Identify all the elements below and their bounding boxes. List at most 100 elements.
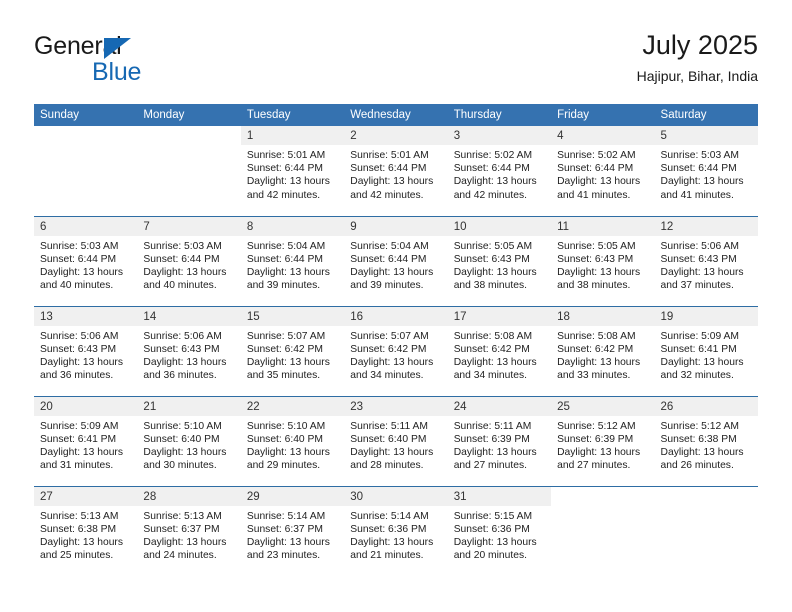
day-detail-lines: Sunrise: 5:02 AM Sunset: 6:44 PM Daylight:…: [551, 145, 654, 202]
calendar-day-cell[interactable]: 11 Sunrise: 5:05 AM Sunset: 6:43 PM Dayligh…: [551, 216, 655, 307]
calendar-day-cell[interactable]: 17 Sunrise: 5:08 AM Sunset: 6:42 PM Dayligh…: [447, 306, 552, 397]
page-title: July 2025: [642, 30, 758, 60]
daylight-text-line2: and 32 minutes.: [660, 370, 734, 382]
daylight-text-line2: and 33 minutes.: [557, 370, 631, 382]
sunset-text: Sunset: 6:44 PM: [557, 163, 634, 175]
title-block: July 2025 Hajipur, Bihar, India: [637, 28, 758, 86]
day-cell-inner: 22 Sunrise: 5:10 AM Sunset: 6:40 PM Dayligh…: [240, 396, 345, 486]
calendar-day-cell[interactable]: 30 Sunrise: 5:14 AM Sunset: 6:36 PM Dayligh…: [344, 486, 448, 576]
logo-triangle-icon: [104, 38, 131, 59]
day-number: 24: [447, 396, 552, 416]
daylight-text-line2: and 27 minutes.: [557, 460, 631, 472]
day-cell-inner: 6 Sunrise: 5:03 AM Sunset: 6:44 PM Daylight…: [34, 216, 138, 306]
calendar-day-cell[interactable]: 7 Sunrise: 5:03 AM Sunset: 6:44 PM Daylight…: [137, 216, 241, 307]
calendar-day-cell[interactable]: 18 Sunrise: 5:08 AM Sunset: 6:42 PM Dayligh…: [551, 306, 655, 397]
day-cell-inner: 27 Sunrise: 5:13 AM Sunset: 6:38 PM Dayligh…: [34, 486, 138, 577]
daylight-text-line1: Daylight: 13 hours: [350, 176, 434, 188]
calendar-day-cell-empty: [654, 486, 758, 577]
calendar-day-cell[interactable]: 13 Sunrise: 5:06 AM Sunset: 6:43 PM Dayligh…: [34, 306, 138, 397]
sunrise-text: Sunrise: 5:01 AM: [350, 150, 429, 161]
calendar-day-cell[interactable]: 24 Sunrise: 5:11 AM Sunset: 6:39 PM Dayligh…: [447, 396, 552, 487]
day-number: 5: [654, 126, 758, 145]
day-number: 18: [551, 306, 655, 326]
sunrise-text: Sunrise: 5:11 AM: [453, 420, 532, 432]
daylight-text-line2: and 37 minutes.: [660, 280, 734, 292]
daylight-text-line2: and 35 minutes.: [246, 370, 321, 382]
daylight-text-line1: Daylight: 13 hours: [453, 266, 537, 278]
daylight-text-line1: Daylight: 13 hours: [350, 356, 434, 368]
sunrise-text: Sunrise: 5:13 AM: [143, 510, 222, 522]
sunset-text: Sunset: 6:42 PM: [557, 343, 634, 355]
calendar-day-cell[interactable]: 3 Sunrise: 5:02 AM Sunset: 6:44 PM Daylight…: [447, 126, 552, 217]
day-detail-lines: Sunrise: 5:13 AM Sunset: 6:38 PM Daylight:…: [34, 506, 137, 563]
sunset-text: Sunset: 6:40 PM: [143, 433, 220, 445]
daylight-text-line1: Daylight: 13 hours: [350, 446, 434, 458]
day-number: 9: [344, 216, 448, 236]
daylight-text-line2: and 30 minutes.: [143, 460, 217, 472]
daylight-text-line2: and 41 minutes.: [557, 189, 631, 201]
calendar-day-cell[interactable]: 27 Sunrise: 5:13 AM Sunset: 6:38 PM Dayligh…: [34, 486, 138, 577]
calendar-day-cell[interactable]: 10 Sunrise: 5:05 AM Sunset: 6:43 PM Dayligh…: [447, 216, 552, 307]
logo-text-blue: Blue: [92, 58, 142, 86]
sunrise-text: Sunrise: 5:09 AM: [660, 330, 739, 342]
daylight-text-line2: and 27 minutes.: [453, 460, 527, 472]
day-cell-inner: 25 Sunrise: 5:12 AM Sunset: 6:39 PM Dayligh…: [551, 396, 655, 486]
sunset-text: Sunset: 6:43 PM: [143, 343, 220, 355]
daylight-text-line1: Daylight: 13 hours: [557, 446, 641, 458]
sunrise-text: Sunrise: 5:06 AM: [40, 330, 119, 342]
calendar-day-cell[interactable]: 28 Sunrise: 5:13 AM Sunset: 6:37 PM Dayligh…: [137, 486, 241, 577]
calendar-day-cell[interactable]: 1 Sunrise: 5:01 AM Sunset: 6:44 PM Daylight…: [240, 126, 345, 217]
calendar-day-cell[interactable]: 5 Sunrise: 5:03 AM Sunset: 6:44 PM Daylight…: [654, 126, 758, 217]
calendar-day-cell[interactable]: 6 Sunrise: 5:03 AM Sunset: 6:44 PM Daylight…: [34, 216, 138, 307]
daylight-text-line2: and 24 minutes.: [143, 550, 217, 562]
calendar-day-cell[interactable]: 9 Sunrise: 5:04 AM Sunset: 6:44 PM Daylight…: [344, 216, 448, 307]
daylight-text-line1: Daylight: 13 hours: [143, 536, 227, 548]
calendar-day-cell[interactable]: 22 Sunrise: 5:10 AM Sunset: 6:40 PM Dayligh…: [240, 396, 345, 487]
day-detail-lines: [137, 145, 240, 149]
day-detail-lines: Sunrise: 5:07 AM Sunset: 6:42 PM Daylight:…: [241, 326, 344, 383]
day-cell-inner: 5 Sunrise: 5:03 AM Sunset: 6:44 PM Daylight…: [654, 126, 758, 216]
calendar-day-cell[interactable]: 14 Sunrise: 5:06 AM Sunset: 6:43 PM Dayligh…: [137, 306, 241, 397]
calendar-day-cell[interactable]: 21 Sunrise: 5:10 AM Sunset: 6:40 PM Dayligh…: [137, 396, 241, 487]
sunrise-text: Sunrise: 5:06 AM: [660, 240, 739, 252]
daylight-text-line2: and 34 minutes.: [350, 370, 424, 382]
calendar-day-cell[interactable]: 23 Sunrise: 5:11 AM Sunset: 6:40 PM Dayligh…: [344, 396, 448, 487]
sunset-text: Sunset: 6:40 PM: [246, 433, 323, 445]
daylight-text-line2: and 38 minutes.: [557, 280, 631, 292]
daylight-text-line1: Daylight: 13 hours: [660, 446, 744, 458]
calendar-day-cell[interactable]: 12 Sunrise: 5:06 AM Sunset: 6:43 PM Dayligh…: [654, 216, 758, 307]
day-detail-lines: Sunrise: 5:06 AM Sunset: 6:43 PM Daylight:…: [655, 236, 758, 293]
daylight-text-line1: Daylight: 13 hours: [557, 266, 641, 278]
day-detail-lines: Sunrise: 5:05 AM Sunset: 6:43 PM Daylight:…: [551, 236, 654, 293]
daylight-text-line2: and 36 minutes.: [40, 370, 114, 382]
calendar-day-cell[interactable]: 2 Sunrise: 5:01 AM Sunset: 6:44 PM Daylight…: [344, 126, 448, 217]
calendar-day-cell[interactable]: 16 Sunrise: 5:07 AM Sunset: 6:42 PM Dayligh…: [344, 306, 448, 397]
day-detail-lines: Sunrise: 5:08 AM Sunset: 6:42 PM Daylight:…: [448, 326, 551, 383]
calendar-day-cell[interactable]: 15 Sunrise: 5:07 AM Sunset: 6:42 PM Dayligh…: [240, 306, 345, 397]
daylight-text-line1: Daylight: 13 hours: [453, 176, 537, 188]
calendar-day-cell[interactable]: 26 Sunrise: 5:12 AM Sunset: 6:38 PM Dayligh…: [654, 396, 758, 487]
day-number: 26: [654, 396, 758, 416]
calendar-day-cell[interactable]: 20 Sunrise: 5:09 AM Sunset: 6:41 PM Dayligh…: [34, 396, 138, 487]
day-number: 6: [34, 216, 138, 236]
sunset-text: Sunset: 6:37 PM: [246, 523, 323, 535]
daylight-text-line1: Daylight: 13 hours: [453, 536, 537, 548]
sunset-text: Sunset: 6:43 PM: [40, 343, 117, 355]
calendar-day-cell[interactable]: 4 Sunrise: 5:02 AM Sunset: 6:44 PM Daylight…: [551, 126, 655, 217]
calendar-week-row: 1 Sunrise: 5:01 AM Sunset: 6:44 PM Daylight…: [34, 126, 758, 217]
calendar-day-cell[interactable]: 29 Sunrise: 5:14 AM Sunset: 6:37 PM Dayligh…: [240, 486, 345, 576]
calendar-day-cell[interactable]: 19 Sunrise: 5:09 AM Sunset: 6:41 PM Dayligh…: [654, 306, 758, 397]
day-detail-lines: Sunrise: 5:10 AM Sunset: 6:40 PM Daylight:…: [137, 416, 240, 473]
day-number: 12: [654, 216, 758, 236]
day-detail-lines: Sunrise: 5:04 AM Sunset: 6:44 PM Daylight:…: [344, 236, 447, 293]
daylight-text-line2: and 42 minutes.: [350, 189, 424, 201]
calendar-day-cell[interactable]: 25 Sunrise: 5:12 AM Sunset: 6:39 PM Dayligh…: [551, 396, 655, 487]
day-cell-inner: 26 Sunrise: 5:12 AM Sunset: 6:38 PM Dayligh…: [654, 396, 758, 486]
day-cell-inner: 28 Sunrise: 5:13 AM Sunset: 6:37 PM Dayligh…: [137, 486, 241, 577]
calendar-day-cell-empty: [551, 486, 655, 576]
day-number: 7: [137, 216, 241, 236]
calendar-day-cell[interactable]: 31 Sunrise: 5:15 AM Sunset: 6:36 PM Dayligh…: [447, 486, 552, 576]
day-cell-inner: [655, 487, 758, 577]
calendar-day-cell[interactable]: 8 Sunrise: 5:04 AM Sunset: 6:44 PM Daylight…: [240, 216, 345, 307]
day-detail-lines: Sunrise: 5:15 AM Sunset: 6:36 PM Daylight:…: [448, 506, 551, 563]
